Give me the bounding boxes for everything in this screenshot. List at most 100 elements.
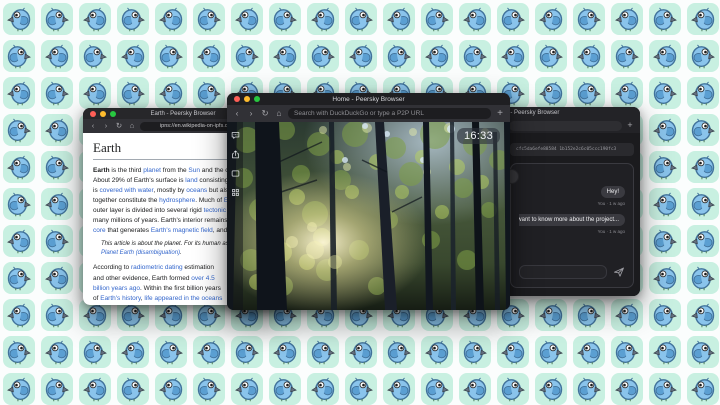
bird-icon	[44, 376, 70, 402]
wallpaper-tile	[307, 373, 339, 405]
wiki-link[interactable]: Planet Earth (disambiguation)	[101, 250, 180, 256]
wallpaper-tile	[193, 373, 225, 405]
grid-icon[interactable]	[231, 188, 240, 197]
bird-icon	[690, 154, 716, 180]
wiki-link[interactable]: radiometric dating	[131, 264, 183, 271]
reload-icon[interactable]: ↻	[114, 122, 124, 130]
bird-icon	[234, 43, 260, 69]
chat-message-meta: You · 1 w ago	[598, 201, 625, 206]
back-icon[interactable]: ‹	[88, 122, 98, 130]
bird-icon	[652, 117, 678, 143]
back-icon[interactable]: ‹	[232, 109, 242, 118]
bird-icon	[82, 302, 108, 328]
bird-icon	[652, 80, 678, 106]
wallpaper-tile	[269, 336, 301, 368]
wallpaper-tile	[497, 40, 529, 72]
message-input[interactable]	[519, 265, 607, 279]
new-tab-icon[interactable]: +	[625, 121, 635, 130]
bird-icon	[82, 376, 108, 402]
bird-icon	[614, 339, 640, 365]
side-toolbar	[227, 122, 243, 310]
wallpaper-tile	[117, 77, 149, 109]
bird-icon	[6, 376, 32, 402]
bird-icon	[44, 228, 70, 254]
wallpaper-tile	[269, 3, 301, 35]
bird-icon	[652, 228, 678, 254]
bird-icon	[82, 80, 108, 106]
wiki-link[interactable]: Sun	[188, 167, 200, 174]
wallpaper-tile	[3, 299, 35, 331]
wallpaper-tile	[649, 299, 681, 331]
forward-icon[interactable]: ›	[246, 109, 256, 118]
bird-icon	[652, 265, 678, 291]
wiki-link[interactable]: Earth's magnetic field	[151, 227, 213, 234]
text-span: from the	[161, 167, 188, 174]
wiki-link[interactable]: core	[93, 227, 106, 234]
share-icon[interactable]	[231, 150, 240, 159]
wallpaper-tile	[193, 77, 225, 109]
wiki-link[interactable]: billion years ago	[93, 285, 140, 292]
bird-icon	[272, 43, 298, 69]
bird-icon	[196, 339, 222, 365]
wallpaper-tile	[649, 77, 681, 109]
text-span: About 29% of Earth's surface is	[93, 177, 185, 184]
bird-icon	[348, 376, 374, 402]
chat-input-row	[519, 265, 625, 279]
bird-icon	[386, 376, 412, 402]
text-span: , mostly by	[153, 187, 186, 194]
forward-icon[interactable]: ›	[101, 122, 111, 130]
bird-icon	[82, 43, 108, 69]
chat-icon[interactable]	[231, 131, 240, 140]
chat-titlebar[interactable]: Chat - Peersky Browser	[504, 107, 640, 118]
wallpaper-tile	[611, 373, 643, 405]
bird-icon	[6, 43, 32, 69]
wallpaper-tile	[41, 262, 73, 294]
wiki-link[interactable]: Earth's history	[100, 295, 141, 302]
url-bar[interactable]	[509, 121, 622, 131]
wiki-link[interactable]: land	[185, 177, 197, 184]
wallpaper-tile	[535, 299, 567, 331]
bird-icon	[462, 339, 488, 365]
wallpaper-tile	[459, 373, 491, 405]
wiki-link[interactable]: hydrosphere	[159, 197, 195, 204]
bird-icon	[6, 117, 32, 143]
bird-icon	[6, 80, 32, 106]
text-span: . Within the first billion years	[140, 285, 221, 292]
home-icon[interactable]: ⌂	[127, 122, 137, 130]
home-icon[interactable]: ⌂	[274, 109, 284, 118]
wiki-link[interactable]: planet	[143, 167, 161, 174]
chat-navbar: +	[504, 118, 640, 133]
bird-icon	[500, 339, 526, 365]
bird-icon	[310, 339, 336, 365]
window-title: Chat - Peersky Browser	[504, 110, 640, 116]
bird-icon	[196, 376, 222, 402]
wallpaper-tile	[79, 40, 111, 72]
wallpaper-tile	[41, 373, 73, 405]
wallpaper-tile	[269, 373, 301, 405]
wiki-link[interactable]: life appeared in the oceans	[144, 295, 222, 302]
wallpaper-tile	[155, 40, 187, 72]
bird-icon	[44, 339, 70, 365]
wallpaper-tile	[611, 40, 643, 72]
wallpaper-tile	[79, 373, 111, 405]
send-button[interactable]	[612, 266, 625, 278]
bird-icon	[158, 376, 184, 402]
wiki-link[interactable]: oceans	[186, 187, 207, 194]
text-span: Earth	[93, 167, 110, 174]
reload-icon[interactable]: ↻	[260, 109, 270, 118]
bird-icon	[120, 376, 146, 402]
wiki-link[interactable]: covered with water	[100, 187, 154, 194]
desktop: Earth - Peersky Browser ‹ › ↻ ⌂ Earth Ea…	[0, 0, 720, 405]
wallpaper-tile	[497, 3, 529, 35]
new-tab-icon[interactable]: +	[495, 109, 505, 119]
search-input[interactable]	[288, 108, 491, 119]
bird-icon	[158, 80, 184, 106]
wallpaper-tile	[649, 188, 681, 220]
home-titlebar[interactable]: Home - Peersky Browser	[227, 93, 510, 105]
wiki-link[interactable]: over 4.5	[191, 275, 215, 282]
window-icon[interactable]	[231, 169, 240, 178]
bird-icon	[44, 302, 70, 328]
bird-icon	[690, 191, 716, 217]
bird-icon	[82, 6, 108, 32]
home-window: Home - Peersky Browser ‹ › ↻ ⌂ +	[227, 93, 510, 310]
